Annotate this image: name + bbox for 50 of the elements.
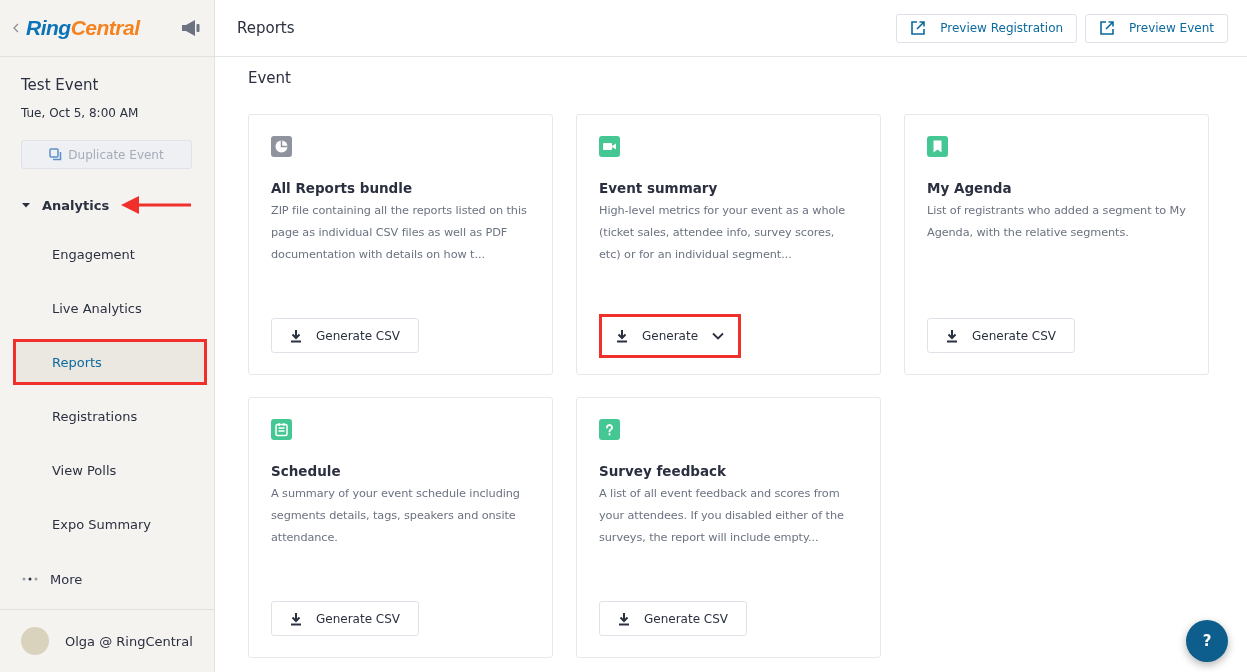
generate-button[interactable]: Generate CSV — [271, 601, 420, 636]
nav-item[interactable]: Expo Summary — [13, 501, 207, 547]
nav-item[interactable]: Engagement — [13, 231, 207, 277]
nav-item[interactable]: Registrations — [13, 393, 207, 439]
preview-button[interactable]: Preview Event — [1085, 13, 1228, 43]
video-icon — [599, 136, 620, 157]
card-title: Event summary — [599, 180, 719, 196]
external-link-icon — [910, 20, 927, 36]
question-icon — [599, 419, 620, 440]
caret-down-icon[interactable] — [22, 201, 30, 209]
generate-button[interactable]: Generate CSV — [927, 318, 1076, 353]
pie-chart-icon — [271, 136, 292, 157]
card-description: High-level metrics for your event as a whole (ticket sales, attendee info, survey scores, etc) or for an individual segment... — [599, 203, 847, 263]
external-link-icon — [1099, 20, 1116, 36]
card-description: A list of all event feedback and scores from your attendees. If you disabled either of the surveys, the report will include empty... — [599, 486, 845, 546]
download-icon — [290, 328, 302, 343]
megaphone-icon[interactable] — [180, 19, 202, 37]
user-name: Olga @ RingCentral — [65, 633, 193, 649]
card-description: List of registrants who added a segment to My Agenda, with the relative segments. — [927, 203, 1186, 241]
copy-icon — [49, 148, 63, 161]
card-title: All Reports bundle — [271, 180, 414, 196]
event-date: Tue, Oct 5, 8:00 AM — [21, 106, 140, 120]
preview-button[interactable]: Preview Registration — [896, 13, 1078, 43]
card-description: ZIP file containing all the reports listed on this page as individual CSV files as well as PDF documentation with details on how t... — [271, 203, 528, 263]
download-icon — [946, 328, 958, 343]
generate-button[interactable]: Generate CSV — [599, 601, 748, 636]
nav-item[interactable]: View Polls — [13, 447, 207, 493]
chevron-down-icon — [712, 332, 725, 340]
page-title: Reports — [237, 19, 296, 37]
back-chevron-icon[interactable] — [12, 23, 20, 33]
brand-logo: RingCentral — [26, 16, 142, 40]
card-title: Survey feedback — [599, 463, 728, 479]
card-description: A summary of your event schedule including segments details, tags, speakers and onsite attendance. — [271, 486, 521, 546]
nav-item[interactable]: Live Analytics — [13, 285, 207, 331]
card-title: My Agenda — [927, 180, 1013, 196]
nav-item[interactable]: Reports — [13, 339, 207, 385]
download-icon — [618, 611, 630, 626]
section-title: Event — [248, 69, 292, 87]
download-icon — [616, 329, 628, 343]
help-button[interactable]: ? — [1186, 620, 1228, 662]
generate-button[interactable]: Generate — [599, 314, 742, 358]
analytics-section-label[interactable]: Analytics — [42, 197, 110, 213]
bookmark-icon — [927, 136, 948, 157]
more-link[interactable]: More — [50, 571, 83, 587]
calendar-icon — [271, 419, 292, 440]
download-icon — [290, 611, 302, 626]
more-dots-icon — [22, 577, 38, 581]
generate-button[interactable]: Generate CSV — [271, 318, 420, 353]
card-title: Schedule — [271, 463, 342, 479]
event-title: Test Event — [21, 76, 100, 94]
